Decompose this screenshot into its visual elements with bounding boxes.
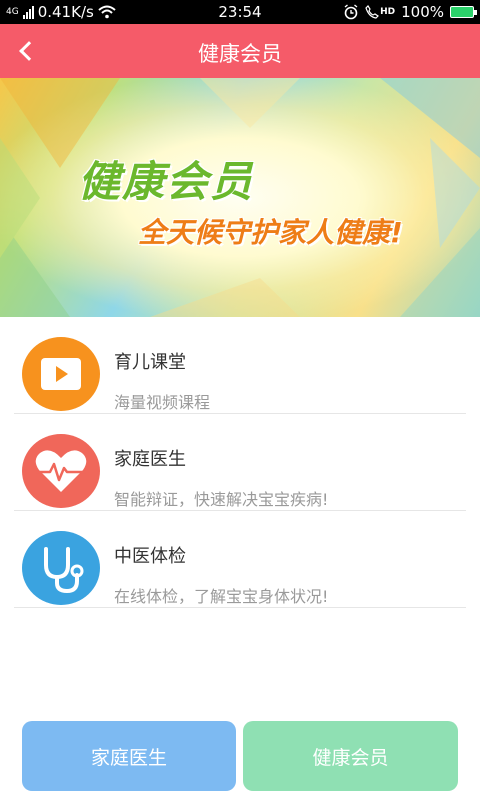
family-doctor-button[interactable]: 家庭医生 — [22, 721, 236, 791]
list-item-title: 家庭医生 — [114, 449, 186, 470]
hd-label: HD — [380, 7, 396, 17]
heart-pulse-icon — [22, 434, 100, 508]
banner-title: 健康会员 — [78, 157, 255, 206]
list-item-subtitle: 在线体检，了解宝宝身体状况! — [114, 587, 329, 606]
status-bar: 4G 0.41K/s 23:54 HD 100% — [0, 0, 480, 24]
list-item-title: 中医体检 — [114, 546, 186, 567]
list-item-tcm-checkup[interactable]: 中医体检 在线体检，了解宝宝身体状况! — [14, 511, 466, 608]
list-item-family-doctor[interactable]: 家庭医生 智能辩证，快速解决宝宝疾病! — [14, 414, 466, 511]
battery-icon — [450, 6, 477, 18]
video-play-icon — [22, 337, 100, 411]
banner: 健康会员 全天候守护家人健康! — [0, 78, 480, 317]
list-item-title: 育儿课堂 — [114, 352, 186, 373]
battery-percent: 100% — [401, 3, 444, 21]
status-right: HD 100% — [343, 3, 477, 21]
alarm-icon — [344, 4, 358, 20]
banner-subtitle: 全天候守护家人健康! — [138, 216, 403, 249]
health-member-button[interactable]: 健康会员 — [243, 721, 458, 791]
feature-list: 育儿课堂 海量视频课程 家庭医生 智能辩证，快速解决宝宝疾病! 中医体检 在线体… — [14, 317, 466, 608]
app-header: 健康会员 — [0, 24, 480, 78]
list-item-parenting-class[interactable]: 育儿课堂 海量视频课程 — [14, 317, 466, 414]
phone-icon — [365, 5, 380, 19]
stethoscope-icon — [22, 531, 100, 605]
list-item-subtitle: 智能辩证，快速解决宝宝疾病! — [114, 490, 329, 509]
page-title: 健康会员 — [198, 42, 282, 66]
call-hd-indicator: HD — [365, 5, 395, 19]
list-item-subtitle: 海量视频课程 — [114, 393, 211, 412]
